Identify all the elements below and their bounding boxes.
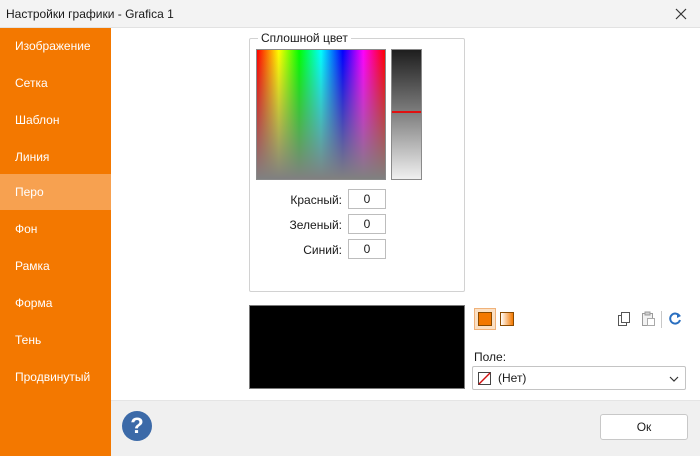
sidebar: Изображение Сетка Шаблон Линия Перо Фон … [0, 28, 111, 456]
sidebar-item-label: Перо [15, 185, 44, 199]
sidebar-item-grid[interactable]: Сетка [0, 65, 111, 101]
help-icon: ? [130, 413, 144, 438]
close-button[interactable] [670, 4, 692, 24]
field-label: Поле: [474, 350, 507, 364]
copy-button[interactable] [614, 309, 634, 329]
solid-fill-icon [478, 312, 492, 326]
field-select-value: (Нет) [498, 371, 527, 385]
color-preview [249, 305, 465, 389]
green-label: Зеленый: [289, 218, 343, 232]
chevron-down-icon [669, 376, 679, 382]
sidebar-item-template[interactable]: Шаблон [0, 102, 111, 138]
ok-button[interactable]: Ок [600, 414, 688, 440]
sidebar-item-label: Рамка [15, 259, 50, 273]
close-icon [675, 8, 687, 20]
red-input[interactable] [348, 189, 386, 209]
sidebar-item-line[interactable]: Линия [0, 139, 111, 175]
copy-icon [618, 312, 630, 326]
sidebar-item-shadow[interactable]: Тень [0, 322, 111, 358]
sidebar-item-label: Форма [15, 296, 53, 310]
window-title: Настройки графики - Grafica 1 [6, 7, 174, 21]
toolbar-separator [661, 311, 662, 328]
sidebar-item-frame[interactable]: Рамка [0, 248, 111, 284]
gradient-fill-icon [500, 312, 514, 326]
sidebar-item-background[interactable]: Фон [0, 211, 111, 247]
no-color-icon [478, 371, 491, 385]
sidebar-item-advanced[interactable]: Продвинутый [0, 359, 111, 395]
sidebar-item-label: Шаблон [15, 113, 60, 127]
luminance-marker[interactable] [392, 111, 421, 113]
luminance-slider[interactable] [391, 49, 422, 180]
reset-button[interactable] [665, 309, 685, 329]
field-select[interactable]: (Нет) [472, 366, 686, 390]
solid-color-group-title: Сплошной цвет [258, 31, 351, 45]
spectrum-saturation-layer [257, 50, 385, 179]
sidebar-item-image[interactable]: Изображение [0, 28, 111, 64]
sidebar-item-label: Изображение [15, 39, 91, 53]
sidebar-item-label: Фон [15, 222, 38, 236]
title-bar: Настройки графики - Grafica 1 [0, 0, 700, 28]
sidebar-item-label: Линия [15, 150, 50, 164]
gradient-fill-button[interactable] [496, 308, 518, 330]
sidebar-item-shape[interactable]: Форма [0, 285, 111, 321]
solid-fill-button[interactable] [474, 308, 496, 330]
sidebar-item-label: Продвинутый [15, 370, 91, 384]
blue-label: Синий: [303, 243, 342, 257]
blue-input[interactable] [348, 239, 386, 259]
green-input[interactable] [348, 214, 386, 234]
sidebar-item-label: Тень [15, 333, 42, 347]
refresh-icon [669, 312, 681, 325]
red-label: Красный: [290, 193, 342, 207]
paste-button[interactable] [638, 309, 658, 329]
help-button[interactable]: ? [122, 411, 152, 441]
sidebar-item-label: Сетка [15, 76, 48, 90]
sidebar-item-pen[interactable]: Перо [0, 174, 111, 210]
color-spectrum-picker[interactable] [256, 49, 386, 180]
paste-icon [642, 311, 655, 326]
